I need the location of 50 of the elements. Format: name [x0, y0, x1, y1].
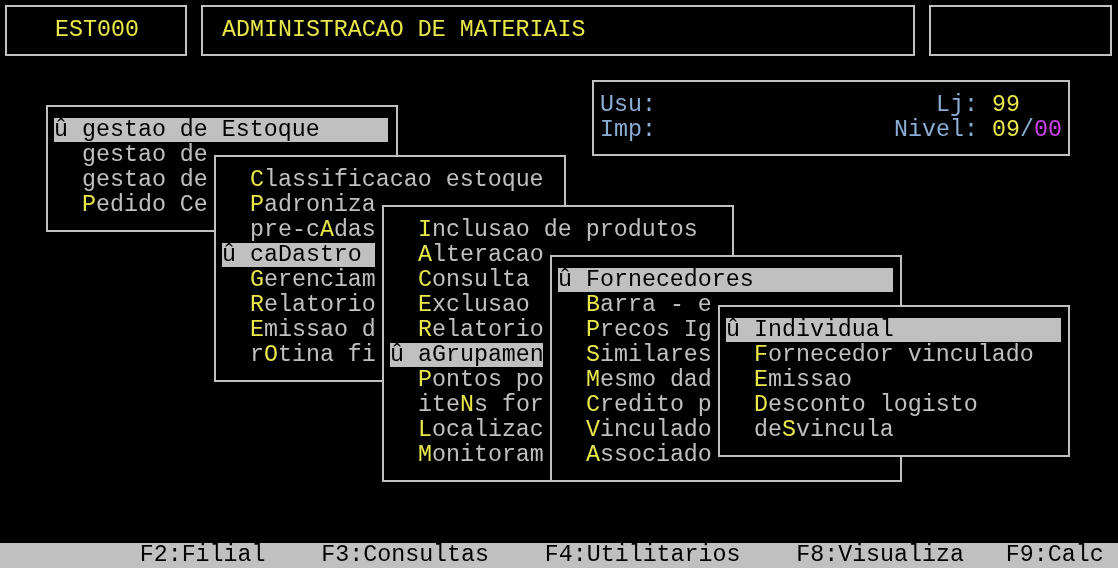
menu-item[interactable]: Pedido Ce — [54, 193, 208, 217]
menu-item[interactable]: Classificacao estoque — [222, 168, 544, 192]
menu-item[interactable]: û Fornecedores — [558, 268, 893, 292]
info-value: 99 — [992, 92, 1020, 118]
menu-item[interactable]: Fornecedor vinculado — [726, 343, 1034, 367]
menu-item[interactable]: Vinculado — [558, 418, 712, 442]
function-key[interactable]: F2:Filial — [139, 543, 266, 568]
menu-item[interactable]: Relatorio — [222, 293, 376, 317]
menu-item[interactable]: Localizac — [390, 418, 544, 442]
menu-item[interactable]: iteNs for — [390, 393, 544, 417]
menu-item[interactable]: Gerenciam — [222, 268, 376, 292]
menu-item[interactable]: û gestao de Estoque — [54, 118, 388, 142]
menu-item[interactable]: Inclusao de produtos — [390, 218, 698, 242]
menu-item[interactable]: Alteracao — [390, 243, 544, 267]
menu-item[interactable]: Pontos po — [390, 368, 544, 392]
info-value: / — [1019, 117, 1034, 143]
function-key[interactable]: F9:Calc — [1005, 543, 1104, 568]
menu-item[interactable]: Emissao — [726, 368, 852, 392]
menu-item[interactable]: Relatorio — [390, 318, 544, 342]
menu-item[interactable]: Monitoram — [390, 443, 544, 467]
function-key[interactable]: F8:Visualiza — [796, 543, 964, 568]
function-key[interactable]: F4:Utilitarios — [544, 543, 741, 568]
menu-item[interactable]: Barra - e — [558, 293, 712, 317]
menu-item[interactable]: Mesmo dad — [558, 368, 712, 392]
screen-title: ADMINISTRACAO DE MATERIAIS — [201, 5, 915, 56]
info-value: 00 — [1033, 117, 1062, 143]
menu-item[interactable]: Associado — [558, 443, 712, 467]
menu-item[interactable]: Precos Ig — [558, 318, 712, 342]
menu-item[interactable]: Similares — [558, 343, 712, 367]
menu-item[interactable]: Desconto logisto — [726, 393, 978, 417]
menu-item[interactable]: pre-cAdas — [222, 218, 376, 242]
menu-item[interactable]: gestao de — [54, 168, 208, 192]
info-label: Lj: — [935, 93, 978, 118]
menu-item[interactable]: Emissao d — [222, 318, 376, 342]
menu-item[interactable]: Exclusao — [390, 293, 530, 317]
info-label: Nivel: — [894, 118, 978, 143]
info-label: Usu: — [600, 93, 657, 118]
menu-item[interactable]: Padroniza — [222, 193, 376, 217]
menu-item[interactable]: gestao de — [54, 143, 208, 167]
menu-item[interactable]: Credito p — [558, 393, 712, 417]
program-code: EST000 — [5, 5, 187, 56]
menu-item[interactable]: rOtina fi — [222, 343, 376, 367]
menu-item[interactable]: û caDastro — [222, 243, 375, 267]
info-label: Imp: — [600, 118, 657, 143]
menu-item[interactable]: Consulta — [390, 268, 530, 292]
menu-item[interactable]: û aGrupamen — [390, 343, 543, 367]
info-value: 09 — [992, 117, 1020, 143]
menu-item[interactable]: deSvincula — [726, 418, 894, 442]
function-key[interactable]: F3:Consultas — [321, 543, 489, 568]
menu-item[interactable]: û Individual — [726, 318, 1061, 342]
